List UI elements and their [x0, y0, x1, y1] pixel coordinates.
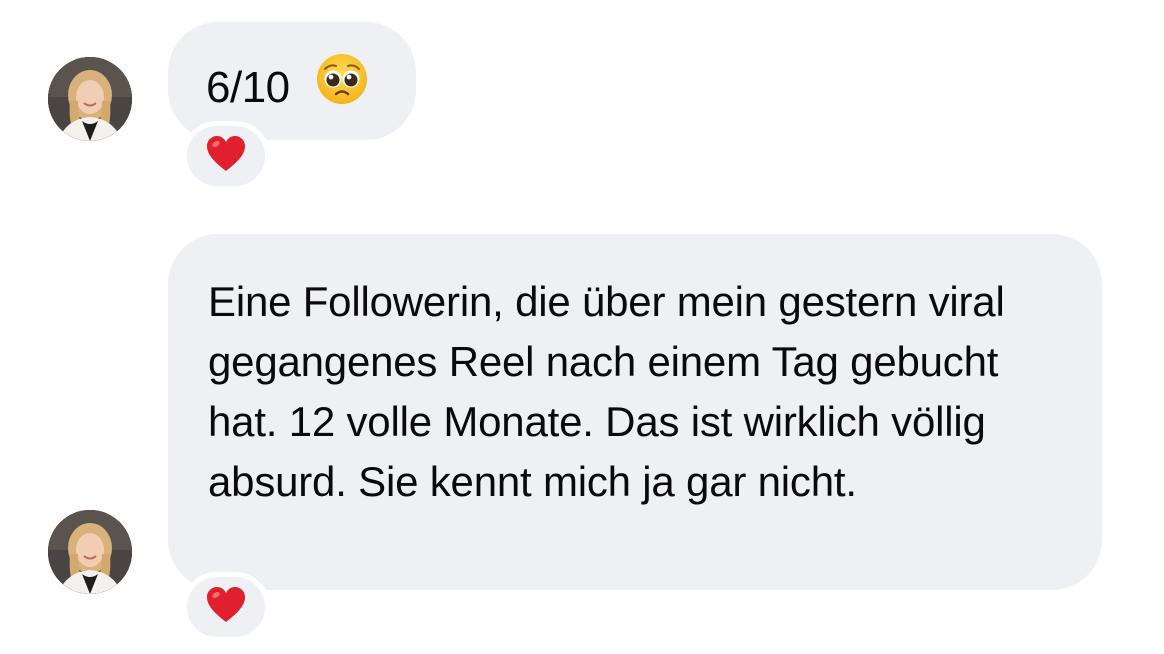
sender-avatar[interactable]: [48, 510, 132, 594]
heart-reaction[interactable]: [182, 121, 270, 191]
heart-reaction[interactable]: [182, 572, 270, 642]
pleading-face-icon: [315, 52, 369, 117]
avatar-photo: [48, 510, 132, 594]
sender-avatar[interactable]: [48, 57, 132, 141]
heart-icon: [205, 586, 247, 629]
heart-icon: [205, 135, 247, 178]
message-text: 6/10: [206, 62, 290, 112]
avatar-photo: [48, 57, 132, 141]
message-bubble[interactable]: Eine Followerin, die über mein gestern v…: [168, 234, 1102, 590]
message-text: Eine Followerin, die über mein gestern v…: [208, 278, 1005, 505]
